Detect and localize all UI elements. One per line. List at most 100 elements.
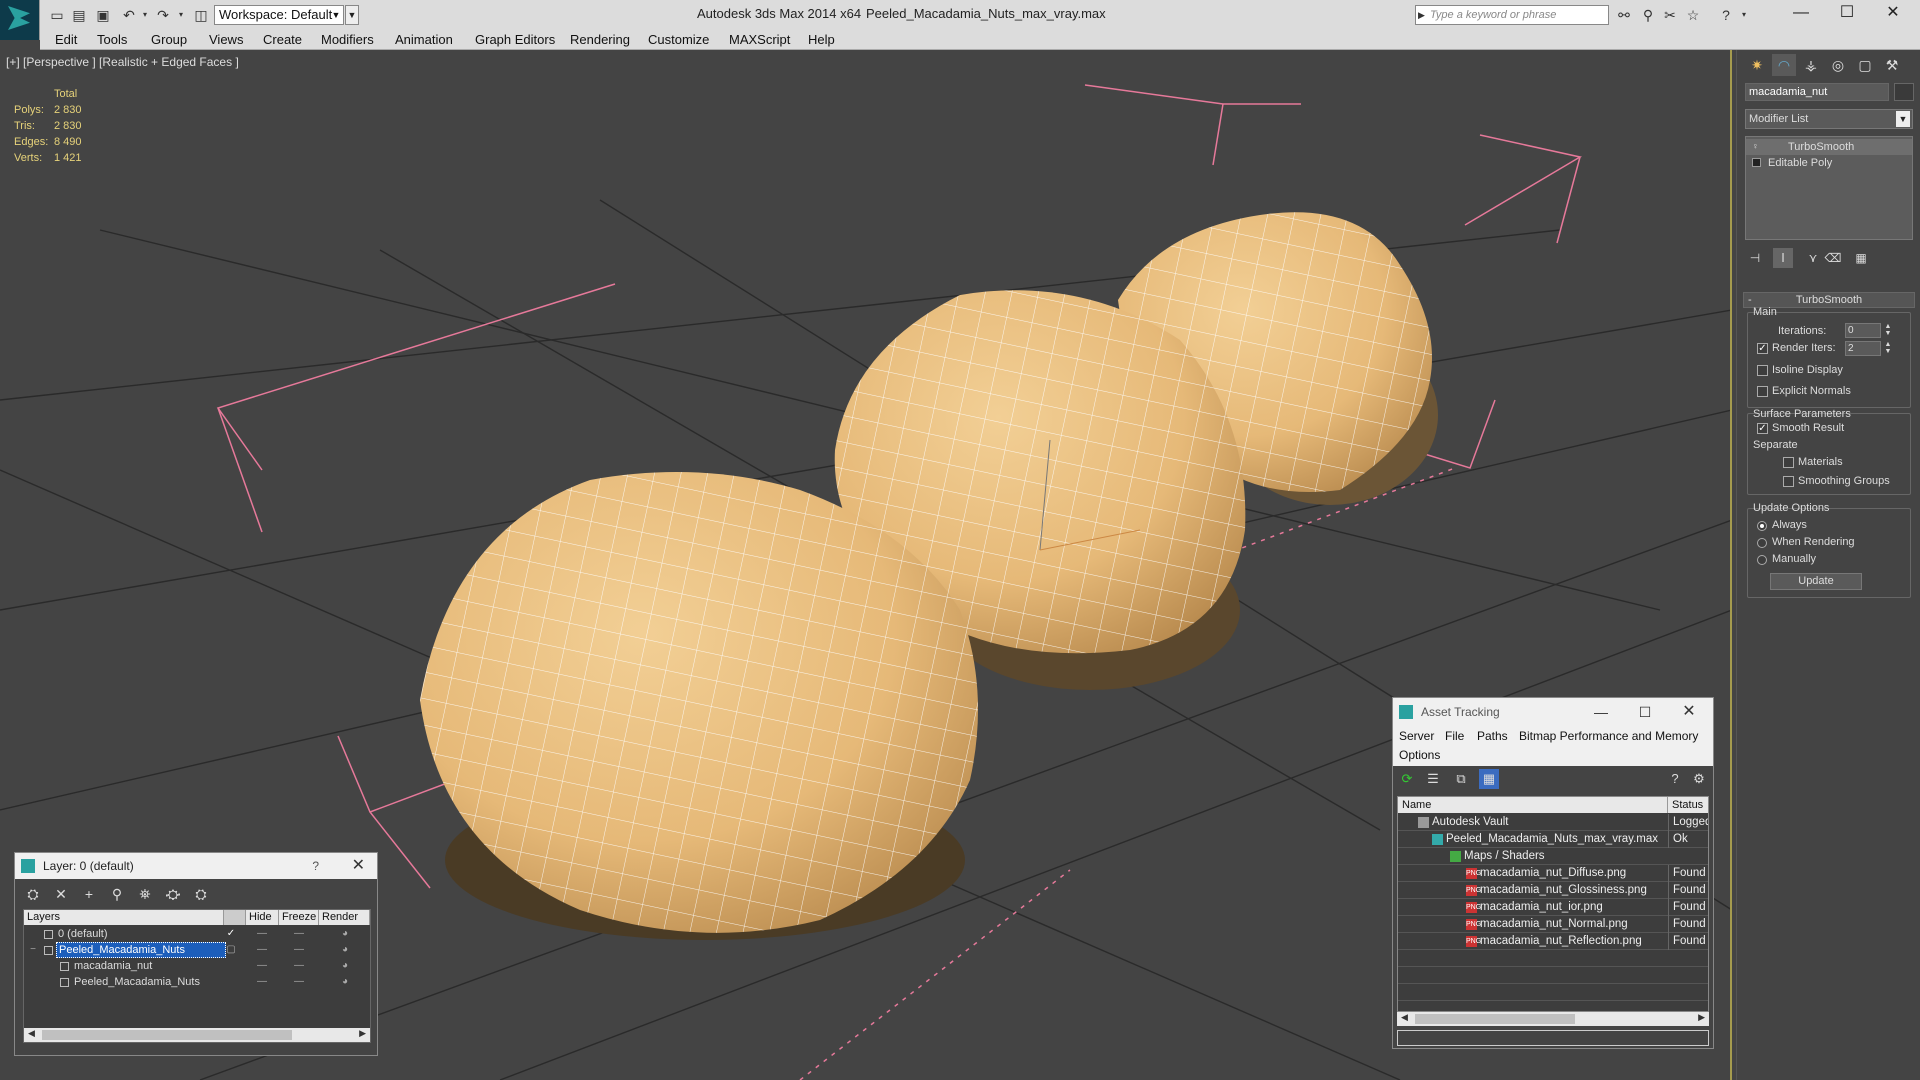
configure-sets-icon[interactable]: ▦ bbox=[1851, 248, 1871, 268]
make-unique-icon[interactable]: ⋎ bbox=[1803, 248, 1823, 268]
freeze-toggle[interactable]: — bbox=[290, 974, 308, 990]
asset-menu-bitmap[interactable]: Bitmap Performance and Memory bbox=[1519, 729, 1698, 743]
asset-row[interactable]: Peeled_Macadamia_Nuts_max_vray.max Ok bbox=[1398, 831, 1708, 848]
asset-window-titlebar[interactable]: Asset Tracking — ☐ ✕ bbox=[1393, 698, 1713, 726]
open-file-icon[interactable]: ▤ bbox=[70, 6, 88, 24]
isoline-display-checkbox[interactable] bbox=[1757, 365, 1768, 376]
close-button[interactable]: ✕ bbox=[1870, 0, 1916, 28]
explicit-normals-checkbox[interactable] bbox=[1757, 386, 1768, 397]
manually-radio[interactable] bbox=[1757, 555, 1767, 565]
hide-toggle[interactable]: — bbox=[253, 974, 271, 990]
materials-checkbox[interactable] bbox=[1783, 457, 1794, 468]
scroll-left-icon[interactable]: ◀ bbox=[1401, 1012, 1408, 1023]
menu-tools[interactable]: Tools bbox=[97, 32, 127, 47]
layer-hscrollbar[interactable]: ◀ ▶ bbox=[24, 1028, 370, 1042]
smooth-result-checkbox[interactable]: ✓ bbox=[1757, 423, 1768, 434]
remove-modifier-icon[interactable]: ⌫ bbox=[1823, 248, 1843, 268]
search-expand-icon[interactable]: ▶ bbox=[1418, 6, 1425, 24]
macadamia-nut-front[interactable] bbox=[420, 472, 978, 940]
utilities-tab-icon[interactable]: ⚒ bbox=[1880, 54, 1904, 76]
column-layers[interactable]: Layers bbox=[24, 910, 224, 925]
spinner-arrows-icon[interactable]: ▲ ▼ bbox=[1883, 323, 1893, 338]
menu-rendering[interactable]: Rendering bbox=[570, 32, 630, 47]
menu-animation[interactable]: Animation bbox=[395, 32, 453, 47]
asset-row[interactable]: PNG macadamia_nut_Reflection.png Found bbox=[1398, 933, 1708, 950]
render-iters-checkbox[interactable]: ✓ bbox=[1757, 343, 1768, 354]
workspace-menu-button[interactable]: ▼ bbox=[345, 5, 359, 25]
menu-views[interactable]: Views bbox=[209, 32, 243, 47]
layer-row[interactable]: − Peeled_Macadamia_Nuts ▢ — — ◕ bbox=[24, 942, 370, 958]
iterations-spinner[interactable]: 0 bbox=[1845, 323, 1881, 338]
help-dropdown-icon[interactable]: ▾ bbox=[1734, 6, 1754, 24]
hide-toggle[interactable]: — bbox=[253, 958, 271, 974]
save-file-icon[interactable]: ▣ bbox=[94, 6, 112, 24]
asset-row[interactable]: Autodesk Vault Logged bbox=[1398, 814, 1708, 831]
modify-tab-icon[interactable]: ◠ bbox=[1772, 54, 1796, 76]
refresh-icon[interactable]: ⟳ bbox=[1397, 769, 1417, 789]
list-view-icon[interactable]: ☰ bbox=[1423, 769, 1443, 789]
menu-maxscript[interactable]: MAXScript bbox=[729, 32, 790, 47]
always-radio[interactable] bbox=[1757, 521, 1767, 531]
highlight-layer-icon[interactable]: ⛯ bbox=[135, 884, 155, 904]
maximize-button[interactable]: ☐ bbox=[1824, 0, 1870, 28]
asset-menu-file[interactable]: File bbox=[1445, 729, 1464, 743]
create-tab-icon[interactable]: ✷ bbox=[1745, 54, 1769, 76]
undo-dropdown-icon[interactable]: ▾ bbox=[136, 6, 154, 24]
object-color-swatch[interactable] bbox=[1894, 83, 1914, 101]
scroll-thumb[interactable] bbox=[1415, 1014, 1575, 1024]
spinner-arrows-icon[interactable]: ▲ ▼ bbox=[1883, 341, 1893, 356]
workspace-dropdown[interactable]: Workspace: Default ▼ bbox=[214, 5, 344, 25]
subscription-icon[interactable]: ⚲ bbox=[1638, 6, 1658, 24]
minimize-button[interactable]: — bbox=[1778, 0, 1824, 28]
menu-modifiers[interactable]: Modifiers bbox=[321, 32, 374, 47]
viewport-label[interactable]: [+] [Perspective ] [Realistic + Edged Fa… bbox=[6, 55, 239, 69]
binoculars-icon[interactable]: ⚯ bbox=[1614, 6, 1634, 24]
new-file-icon[interactable]: ▭ bbox=[48, 6, 66, 24]
project-folder-icon[interactable]: ◫ bbox=[192, 6, 210, 24]
asset-row[interactable]: PNG macadamia_nut_Normal.png Found bbox=[1398, 916, 1708, 933]
asset-hscrollbar[interactable]: ◀ ▶ bbox=[1397, 1012, 1709, 1026]
stack-item-turbosmooth[interactable]: ♀ TurboSmooth bbox=[1746, 139, 1912, 155]
close-icon[interactable]: ✕ bbox=[1669, 698, 1709, 726]
collapse-icon[interactable]: − bbox=[28, 942, 38, 958]
options-icon[interactable]: ⚙ bbox=[1689, 769, 1709, 789]
layer-row[interactable]: 0 (default) ✓ — — ◕ bbox=[24, 926, 370, 942]
column-name[interactable]: Name bbox=[1398, 797, 1668, 813]
update-button[interactable]: Update bbox=[1770, 573, 1862, 590]
render-iters-spinner[interactable]: 2 bbox=[1845, 341, 1881, 356]
help-icon[interactable]: ? bbox=[1716, 6, 1736, 24]
render-toggle-icon[interactable]: ◕ bbox=[336, 926, 354, 942]
redo-icon[interactable]: ↷ bbox=[154, 6, 172, 24]
pin-stack-icon[interactable]: ⊣ bbox=[1745, 248, 1765, 268]
add-to-layer-icon[interactable]: + bbox=[79, 884, 99, 904]
menu-customize[interactable]: Customize bbox=[648, 32, 709, 47]
object-name-field[interactable]: macadamia_nut bbox=[1745, 83, 1889, 101]
select-objects-icon[interactable]: ⚲ bbox=[107, 884, 127, 904]
scroll-thumb[interactable] bbox=[42, 1030, 292, 1040]
menu-edit[interactable]: Edit bbox=[55, 32, 77, 47]
current-layer-check-icon[interactable]: ✓ bbox=[222, 926, 240, 942]
app-logo[interactable] bbox=[0, 0, 40, 40]
detail-view-icon[interactable]: ⧉ bbox=[1451, 769, 1471, 789]
display-tab-icon[interactable]: ▢ bbox=[1853, 54, 1877, 76]
hierarchy-tab-icon[interactable]: ⚶ bbox=[1799, 54, 1823, 76]
render-toggle-icon[interactable]: ◕ bbox=[336, 942, 354, 958]
redo-dropdown-icon[interactable]: ▾ bbox=[172, 6, 190, 24]
column-freeze[interactable]: Freeze bbox=[279, 910, 319, 925]
maximize-icon[interactable]: ☐ bbox=[1625, 698, 1665, 726]
asset-row[interactable]: PNG macadamia_nut_Glossiness.png Found bbox=[1398, 882, 1708, 899]
help-icon[interactable]: ? bbox=[1665, 769, 1685, 789]
scroll-right-icon[interactable]: ▶ bbox=[1698, 1012, 1705, 1023]
modifier-list-dropdown[interactable]: Modifier List ▼ bbox=[1745, 109, 1913, 129]
delete-layer-icon[interactable]: ✕ bbox=[51, 884, 71, 904]
menu-graph-editors[interactable]: Graph Editors bbox=[475, 32, 555, 47]
hide-toggle[interactable]: — bbox=[253, 942, 271, 958]
show-end-result-icon[interactable]: Ⅰ bbox=[1773, 248, 1793, 268]
current-layer-box-icon[interactable]: ▢ bbox=[222, 942, 240, 958]
menu-group[interactable]: Group bbox=[151, 32, 187, 47]
scroll-left-icon[interactable]: ◀ bbox=[28, 1028, 35, 1039]
freeze-toggle[interactable]: — bbox=[290, 926, 308, 942]
scroll-right-icon[interactable]: ▶ bbox=[359, 1028, 366, 1039]
menu-help[interactable]: Help bbox=[808, 32, 835, 47]
when-rendering-radio[interactable] bbox=[1757, 538, 1767, 548]
